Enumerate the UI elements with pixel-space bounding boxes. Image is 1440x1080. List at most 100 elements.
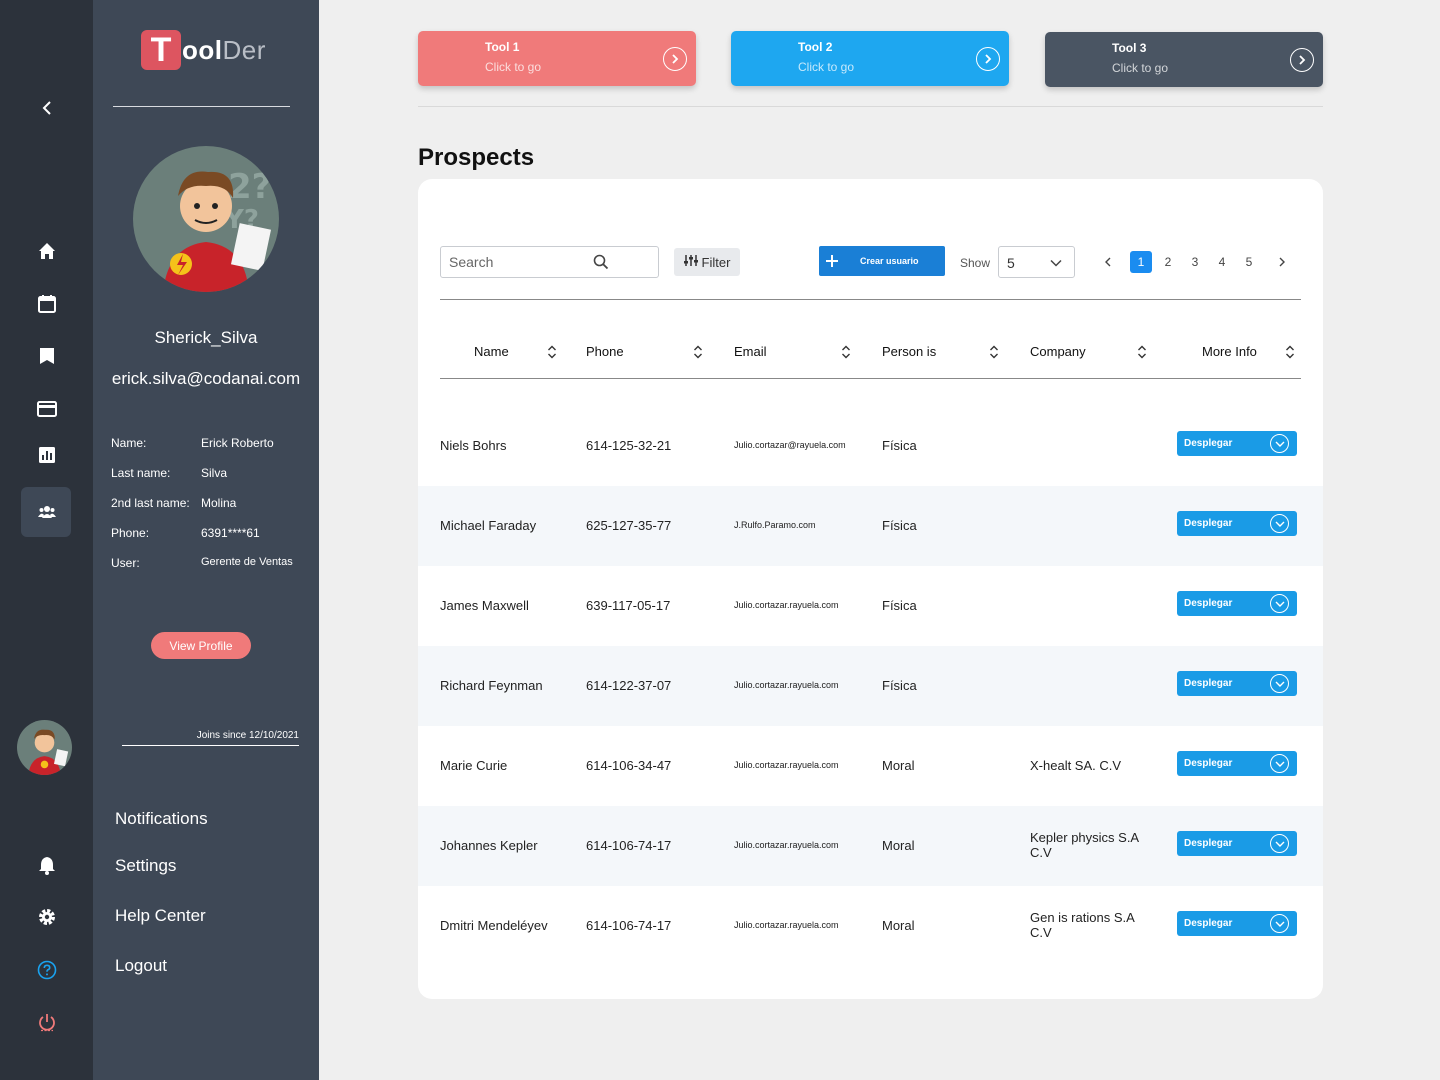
table-row: James Maxwell 639-117-05-17 Julio.cortaz…	[418, 566, 1323, 646]
profile-avatar: 2? Y?	[133, 146, 279, 292]
pagination-page-4[interactable]: 4	[1211, 251, 1233, 273]
chevron-left-icon[interactable]	[0, 98, 93, 118]
desplegar-button[interactable]: Desplegar	[1177, 671, 1297, 696]
chevron-right-icon	[976, 47, 1000, 71]
show-select[interactable]: 5	[998, 246, 1075, 278]
cell-name: Richard Feynman	[440, 678, 543, 693]
tool-card-2[interactable]: Tool 2 Click to go	[731, 31, 1009, 86]
chevron-right-icon	[663, 47, 687, 71]
pagination-page-5[interactable]: 5	[1238, 251, 1260, 273]
help-icon[interactable]	[0, 960, 93, 980]
search-box	[440, 246, 659, 278]
plus-icon	[825, 249, 839, 278]
profile-username: Sherick_Silva	[154, 328, 258, 347]
pagination-page-1[interactable]: 1	[1130, 251, 1152, 273]
gear-icon[interactable]	[0, 907, 93, 927]
chevron-down-icon	[1050, 256, 1062, 272]
filter-button[interactable]: Filter	[674, 248, 740, 276]
sliders-icon	[683, 254, 698, 270]
menu-notifications[interactable]: Notifications	[115, 809, 208, 829]
card-icon[interactable]	[0, 399, 93, 419]
cell-name: Michael Faraday	[440, 518, 537, 533]
desplegar-button[interactable]: Desplegar	[1177, 431, 1297, 456]
sort-icon[interactable]	[1284, 345, 1296, 364]
sort-icon[interactable]	[988, 345, 1000, 364]
bookmark-icon[interactable]	[0, 346, 93, 366]
column-header-company[interactable]: Company	[1030, 344, 1086, 359]
menu-settings[interactable]: Settings	[115, 856, 176, 876]
cell-email: Julio.cortazar.rayuela.com	[734, 760, 839, 770]
desplegar-button[interactable]: Desplegar	[1177, 911, 1297, 936]
icon-rail	[0, 0, 93, 1080]
desplegar-button[interactable]: Desplegar	[1177, 831, 1297, 856]
cell-person: Física	[882, 678, 917, 693]
chart-icon[interactable]	[0, 445, 93, 465]
tool-card-1[interactable]: Tool 1 Click to go	[418, 31, 696, 86]
toolbar-divider	[440, 299, 1301, 300]
chevron-down-icon	[1270, 514, 1289, 533]
desplegar-button[interactable]: Desplegar	[1177, 511, 1297, 536]
column-header-email[interactable]: Email	[734, 344, 767, 359]
header-divider	[440, 378, 1301, 379]
app-logo[interactable]: T oolDer	[141, 30, 266, 70]
cell-company: Kepler physics S.A C.V	[1030, 830, 1139, 860]
joins-since: Joins since 12/10/2021	[122, 730, 299, 746]
cell-email: Julio.cortazar.rayuela.com	[734, 600, 839, 610]
users-icon[interactable]	[0, 502, 93, 522]
sort-icon[interactable]	[546, 345, 558, 364]
svg-text:2?: 2?	[228, 167, 271, 207]
table-row: Marie Curie 614-106-34-47 Julio.cortazar…	[418, 726, 1323, 806]
column-header-more-info[interactable]: More Info	[1202, 344, 1257, 359]
sort-icon[interactable]	[1136, 345, 1148, 364]
chevron-down-icon	[1270, 594, 1289, 613]
cell-person: Física	[882, 598, 917, 613]
bell-icon[interactable]	[0, 855, 93, 875]
cell-person: Física	[882, 438, 917, 453]
pagination-next[interactable]	[1271, 251, 1293, 273]
menu-logout[interactable]: Logout	[115, 956, 167, 976]
cell-phone: 625-127-35-77	[586, 518, 672, 533]
search-icon[interactable]	[593, 254, 609, 275]
pagination-page-3[interactable]: 3	[1184, 251, 1206, 273]
small-avatar[interactable]	[17, 720, 72, 775]
pagination-page-2[interactable]: 2	[1157, 251, 1179, 273]
profile-email: erick.silva@codanai.com	[111, 369, 301, 388]
cell-phone: 614-125-32-21	[586, 438, 672, 453]
cell-email: Julio.cortazar.rayuela.com	[734, 920, 839, 930]
cell-name: James Maxwell	[440, 598, 529, 613]
cell-phone: 639-117-05-17	[586, 598, 671, 613]
sort-icon[interactable]	[692, 345, 704, 364]
column-header-person[interactable]: Person is	[882, 344, 936, 359]
cell-person: Moral	[882, 758, 915, 773]
cell-person: Moral	[882, 918, 915, 933]
column-header-name[interactable]: Name	[474, 344, 509, 359]
cell-name: Marie Curie	[440, 758, 508, 773]
view-profile-button[interactable]: View Profile	[151, 632, 251, 659]
calendar-icon[interactable]	[0, 294, 93, 314]
sort-icon[interactable]	[840, 345, 852, 364]
menu-help-center[interactable]: Help Center	[115, 906, 206, 926]
tool-card-3[interactable]: Tool 3 Click to go	[1045, 32, 1323, 87]
pagination-prev[interactable]	[1097, 251, 1119, 273]
cell-phone: 614-106-74-17	[586, 918, 672, 933]
create-user-button[interactable]: Crear usuario	[819, 246, 945, 276]
desplegar-button[interactable]: Desplegar	[1177, 591, 1297, 616]
logo-wordmark: oolDer	[182, 34, 266, 65]
chevron-down-icon	[1270, 834, 1289, 853]
desplegar-button[interactable]: Desplegar	[1177, 751, 1297, 776]
cell-phone: 614-122-37-07	[586, 678, 672, 693]
profile-panel: T oolDer 2? Y? Sherick_Silva erick.silva…	[93, 0, 319, 1080]
chevron-down-icon	[1270, 434, 1289, 453]
prospects-card: Filter Crear usuario Show 5 1 2 3 4 5 Na…	[418, 179, 1323, 999]
chevron-down-icon	[1270, 914, 1289, 933]
show-label: Show	[960, 256, 991, 270]
cell-name: Dmitri Mendeléyev	[440, 918, 548, 933]
chevron-down-icon	[1270, 754, 1289, 773]
home-icon[interactable]	[0, 241, 93, 261]
info-row-2nd-last-name: 2nd last name: Molina	[111, 496, 237, 510]
column-header-phone[interactable]: Phone	[586, 344, 624, 359]
cell-email: Julio.cortazar.rayuela.com	[734, 840, 839, 850]
cell-name: Niels Bohrs	[440, 438, 507, 453]
chevron-down-icon	[1270, 674, 1289, 693]
power-icon[interactable]	[0, 1012, 93, 1032]
